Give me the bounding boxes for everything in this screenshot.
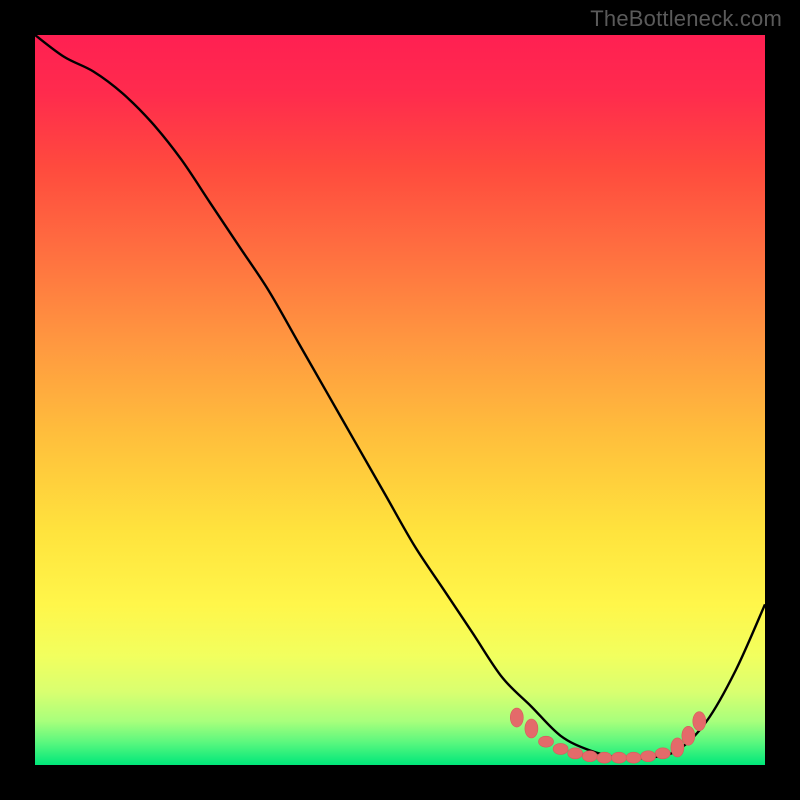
marker-point <box>568 748 583 759</box>
marker-point <box>553 743 568 754</box>
watermark-text: TheBottleneck.com <box>590 6 782 32</box>
chart-frame: TheBottleneck.com <box>0 0 800 800</box>
marker-point <box>582 751 597 762</box>
marker-point <box>682 726 695 745</box>
marker-point <box>671 738 684 757</box>
marker-point <box>693 712 706 731</box>
marker-point <box>612 752 627 763</box>
marker-point <box>626 752 641 763</box>
gradient-background <box>35 35 765 765</box>
marker-point <box>655 748 670 759</box>
marker-point <box>539 736 554 747</box>
marker-point <box>525 719 538 738</box>
chart-svg <box>35 35 765 765</box>
marker-point <box>641 751 656 762</box>
marker-point <box>510 708 523 727</box>
marker-point <box>597 752 612 763</box>
plot-area <box>35 35 765 765</box>
